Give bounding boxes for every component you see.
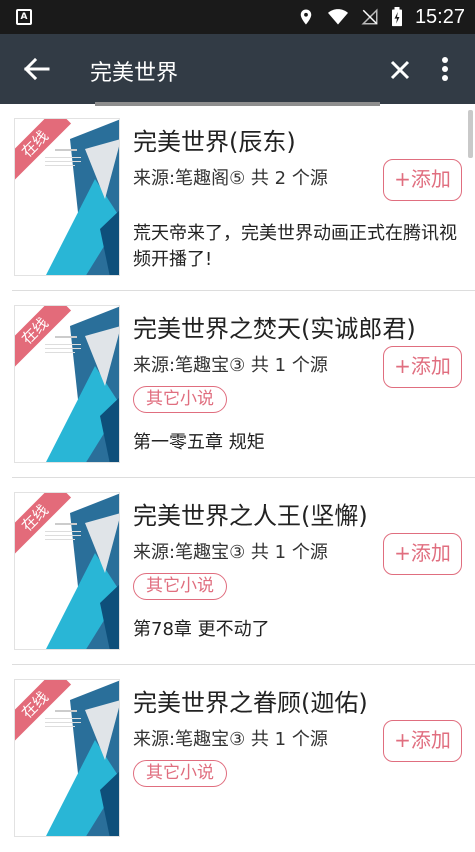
book-cover: 在线	[14, 679, 120, 837]
latest-chapter: 第78章 更不动了	[133, 619, 270, 640]
clock: 15:27	[414, 5, 465, 28]
book-title: 完美世界之眷顾(迦佑)	[133, 689, 368, 717]
book-description: 荒天帝来了，完美世界动画正式在腾讯视频开播了!	[133, 223, 457, 270]
result-item[interactable]: 在线 完美世界(辰东) 来源:笔趣阁⑤ 共 2 个源 荒天帝来了，完美世界动画正…	[0, 104, 475, 291]
no-signal-icon	[361, 8, 378, 25]
status-icons: 15:27	[297, 0, 465, 34]
source-info: 来源:笔趣宝③ 共 1 个源	[133, 729, 328, 750]
add-button[interactable]: +添加	[383, 346, 462, 388]
close-icon[interactable]	[385, 53, 415, 85]
add-button[interactable]: +添加	[383, 159, 462, 201]
category-tag: 其它小说	[133, 573, 227, 600]
book-title: 完美世界(辰东)	[133, 128, 296, 156]
scrollbar[interactable]	[468, 110, 473, 158]
status-bar: A 15:27	[0, 0, 475, 34]
book-title: 完美世界之人王(坚懈)	[133, 502, 368, 530]
category-tag: 其它小说	[133, 386, 227, 413]
result-item[interactable]: 在线 完美世界之焚天(实诚郎君) 来源:笔趣宝③ 共 1 个源 其它小说 第一零…	[0, 291, 475, 478]
category-tag: 其它小说	[133, 760, 227, 787]
more-vert-icon[interactable]	[433, 53, 457, 85]
arrow-back-icon[interactable]	[18, 53, 54, 85]
app-notification-icon: A	[16, 9, 32, 25]
book-cover: 在线	[14, 305, 120, 463]
add-button[interactable]: +添加	[383, 533, 462, 575]
source-info: 来源:笔趣阁⑤ 共 2 个源	[133, 168, 328, 189]
source-info: 来源:笔趣宝③ 共 1 个源	[133, 542, 328, 563]
source-info: 来源:笔趣宝③ 共 1 个源	[133, 355, 328, 376]
result-item[interactable]: 在线 完美世界之眷顾(迦佑) 来源:笔趣宝③ 共 1 个源 其它小说 +添加	[0, 665, 475, 852]
location-icon	[300, 9, 312, 25]
search-query-title[interactable]: 完美世界	[90, 55, 178, 87]
add-button[interactable]: +添加	[383, 720, 462, 762]
book-title: 完美世界之焚天(实诚郎君)	[133, 315, 416, 343]
book-cover: 在线	[14, 118, 120, 276]
result-item[interactable]: 在线 完美世界之人王(坚懈) 来源:笔趣宝③ 共 1 个源 其它小说 第78章 …	[0, 478, 475, 665]
wifi-icon	[327, 9, 348, 25]
book-cover: 在线	[14, 492, 120, 650]
latest-chapter: 第一零五章 规矩	[133, 432, 265, 453]
app-bar: 完美世界	[0, 34, 475, 104]
battery-charging-icon	[391, 7, 402, 27]
